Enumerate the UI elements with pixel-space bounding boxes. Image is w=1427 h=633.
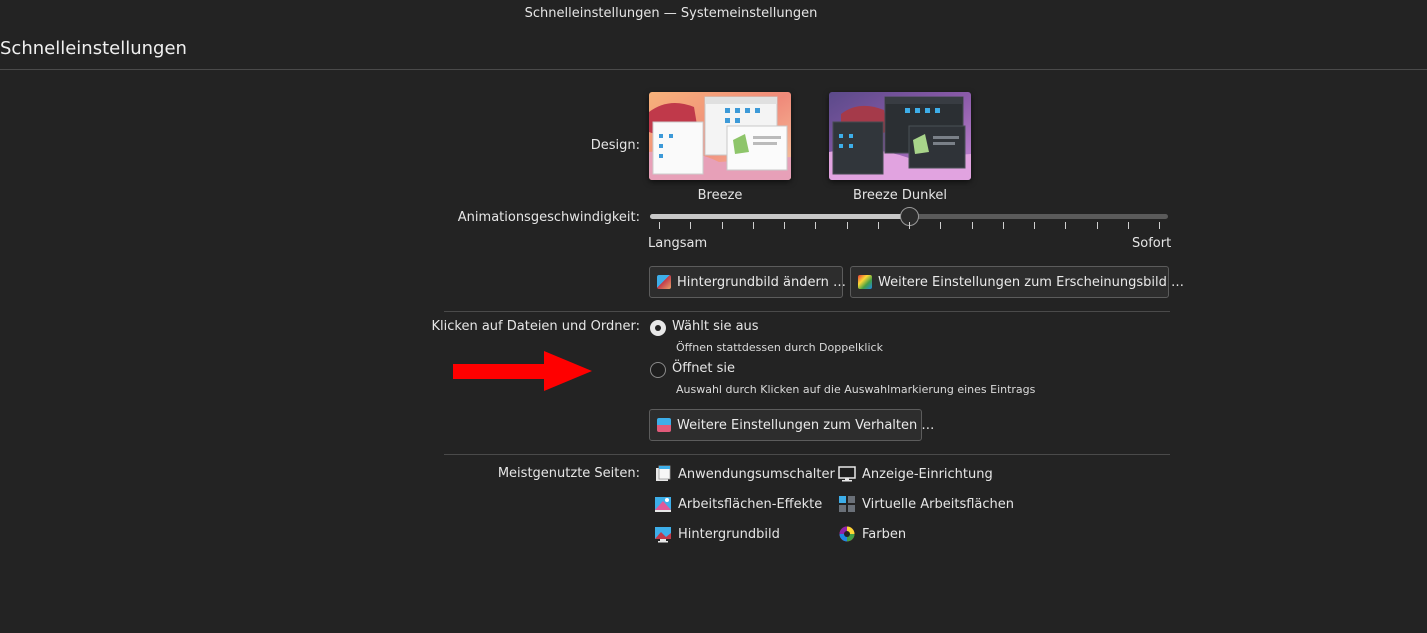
window-title: Schnelleinstellungen — Systemeinstellung… (524, 6, 818, 21)
slider-tick (659, 222, 660, 229)
click-behavior-label: Klicken auf Dateien und Ordner: (431, 319, 641, 334)
appearance-icon (858, 275, 872, 289)
frequent-wallpaper[interactable]: Hintergrundbild (654, 525, 780, 543)
annotation-arrow-head (544, 351, 592, 391)
slider-tick (1159, 222, 1160, 229)
slider-tick (1127, 222, 1129, 229)
change-wallpaper-button-label: Hintergrundbild ändern … (677, 274, 846, 290)
title-separator (0, 69, 1427, 70)
frequent-desktop-effects[interactable]: Arbeitsflächen-Effekte (654, 495, 822, 513)
desktop-effects-icon (654, 495, 672, 513)
slider-tick (1065, 222, 1067, 229)
more-behavior-settings-button[interactable]: Weitere Einstellungen zum Verhalten … (649, 409, 934, 441)
frequent-task-switcher[interactable]: Anwendungsumschalter (654, 465, 835, 483)
frequent-colors[interactable]: Farben (838, 525, 906, 543)
frequent-virtual-desktops-label: Virtuelle Arbeitsflächen (862, 496, 1015, 512)
theme-breeze-dark[interactable]: Breeze Dunkel (829, 92, 971, 203)
animation-speed-label: Animationsgeschwindigkeit: (457, 210, 640, 225)
slider-tick (784, 222, 785, 229)
frequent-wallpaper-label: Hintergrundbild (678, 526, 780, 542)
animation-speed-min-label: Langsam (648, 236, 708, 251)
slider-tick (846, 222, 848, 229)
slider-tick (877, 222, 879, 229)
radio-open-on-click-label[interactable]: Öffnet sie (672, 361, 735, 376)
frequent-virtual-desktops[interactable]: Virtuelle Arbeitsflächen (838, 495, 1014, 513)
more-appearance-settings-button[interactable]: Weitere Einstellungen zum Erscheinungsbi… (850, 266, 1184, 298)
monitor-icon (838, 465, 856, 483)
animation-speed-max-label: Sofort (1132, 236, 1172, 251)
animation-speed-slider-fill (650, 214, 909, 219)
slider-tick (1034, 222, 1035, 229)
behavior-icon (657, 418, 671, 432)
slider-tick (940, 222, 942, 229)
theme-breeze-label: Breeze (697, 188, 743, 203)
slider-tick (1002, 222, 1004, 229)
frequent-display-configuration[interactable]: Anzeige-Einrichtung (838, 465, 993, 483)
slider-tick (1096, 222, 1098, 229)
theme-breeze-dark-label: Breeze Dunkel (852, 188, 948, 203)
frequent-pages-label: Meistgenutzte Seiten: (497, 466, 640, 481)
slider-tick (721, 222, 723, 229)
wallpaper-icon (657, 275, 671, 289)
radio-open-on-click-description: Auswahl durch Klicken auf die Auswahlmar… (676, 383, 1036, 396)
theme-breeze[interactable]: Breeze (649, 92, 791, 203)
frequent-display-configuration-label: Anzeige-Einrichtung (862, 466, 993, 482)
slider-tick (971, 222, 973, 229)
radio-select-on-click-description: Öffnen stattdessen durch Doppelklick (676, 341, 883, 354)
more-appearance-settings-button-label: Weitere Einstellungen zum Erscheinungsbi… (878, 274, 1185, 290)
design-label: Design: (590, 138, 640, 153)
radio-select-on-click[interactable] (650, 320, 666, 336)
frequent-colors-label: Farben (862, 526, 907, 542)
frequent-task-switcher-label: Anwendungsumschalter (678, 466, 835, 482)
slider-tick (690, 222, 692, 229)
radio-select-on-click-label[interactable]: Wählt sie aus (672, 319, 759, 334)
section-separator-2 (444, 454, 1170, 455)
task-switcher-icon (654, 465, 672, 483)
theme-breeze-preview (649, 92, 791, 180)
change-wallpaper-button[interactable]: Hintergrundbild ändern … (649, 266, 846, 298)
theme-breeze-dark-preview (829, 92, 971, 180)
section-separator-1 (444, 311, 1170, 312)
slider-tick (909, 222, 910, 229)
wallpaper-icon (654, 525, 672, 543)
virtual-desktops-icon (838, 495, 856, 513)
slider-tick (815, 222, 817, 229)
slider-tick (752, 222, 754, 229)
frequent-desktop-effects-label: Arbeitsflächen-Effekte (678, 496, 823, 512)
colors-icon (838, 525, 856, 543)
page-title: Schnelleinstellungen (0, 38, 187, 59)
more-behavior-settings-button-label: Weitere Einstellungen zum Verhalten … (677, 417, 935, 433)
annotation-arrow-shaft (453, 364, 548, 379)
radio-open-on-click[interactable] (650, 362, 666, 378)
